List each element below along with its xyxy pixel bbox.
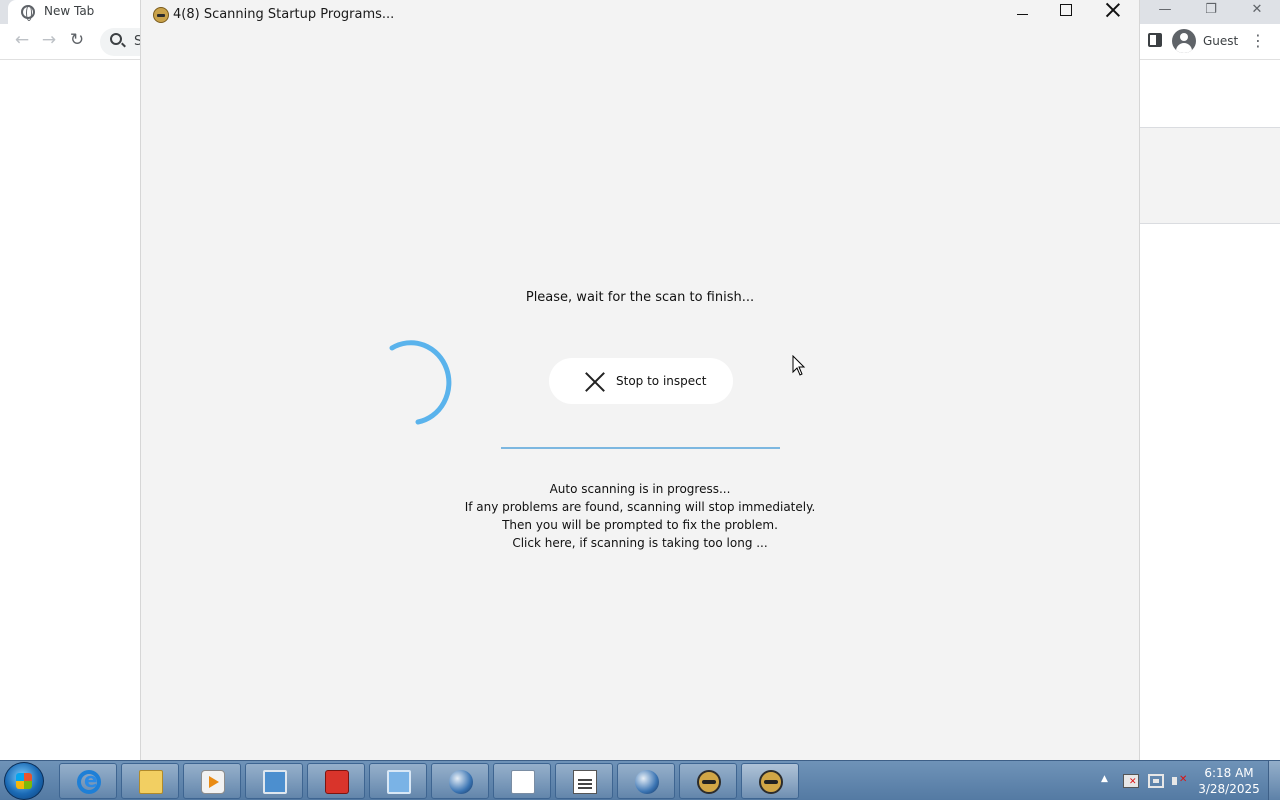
clock-date: 3/28/2025	[1198, 782, 1260, 796]
stop-x-icon	[585, 372, 605, 392]
taskbar-globe-app-2[interactable]	[617, 763, 675, 799]
forward-button[interactable]: →	[38, 30, 60, 50]
maximize-icon	[1060, 4, 1072, 16]
remote-desktop-icon	[387, 770, 411, 794]
show-desktop-button[interactable]	[1268, 761, 1280, 800]
browser-restore-button[interactable]: ❐	[1196, 2, 1226, 17]
tab-title: New Tab	[44, 4, 95, 18]
stop-to-inspect-button[interactable]: Stop to inspect	[549, 358, 733, 404]
stop-button-label: Stop to inspect	[616, 374, 707, 388]
media-player-icon	[201, 770, 225, 794]
taskbar-globe-app[interactable]	[431, 763, 489, 799]
toolbox-icon	[325, 770, 349, 794]
back-button[interactable]: ←	[11, 30, 33, 50]
scanner-app-icon	[697, 770, 721, 794]
info-line: Auto scanning is in progress...	[549, 482, 731, 496]
search-icon	[110, 33, 122, 45]
taskbar-toolbox-app[interactable]	[307, 763, 365, 799]
network-icon[interactable]	[1148, 774, 1164, 788]
action-center-flag-icon[interactable]	[1123, 774, 1139, 788]
browser-close-button[interactable]: ✕	[1242, 2, 1272, 17]
scan-info: Auto scanning is in progress... If any p…	[141, 480, 1139, 552]
internet-explorer-icon	[77, 768, 101, 794]
dialog-maximize-button[interactable]	[1045, 0, 1089, 28]
info-line: Then you will be prompted to fix the pro…	[502, 518, 778, 532]
spinner-arc	[389, 340, 452, 425]
taskbar-text-editor[interactable]	[555, 763, 613, 799]
globe-icon	[635, 770, 659, 794]
loading-spinner-icon	[389, 340, 452, 425]
profile-avatar-icon[interactable]	[1172, 29, 1196, 53]
profile-label[interactable]: Guest	[1203, 34, 1238, 48]
info-line: If any problems are found, scanning will…	[464, 500, 816, 514]
scanner-app-active-icon	[759, 770, 783, 794]
taskbar-remote-desktop[interactable]	[369, 763, 427, 799]
tab-new-tab[interactable]: New Tab	[8, 0, 158, 24]
minimize-icon	[1017, 14, 1028, 15]
taskbar-scanner-app-active[interactable]	[741, 763, 799, 799]
taskbar: ▲ 6:18 AM 3/28/2025	[0, 760, 1280, 800]
browser-minimize-button[interactable]: —	[1150, 2, 1180, 17]
click-here-link[interactable]: Click here, if scanning is taking too lo…	[141, 534, 1139, 552]
taskbar-monitor-app[interactable]	[245, 763, 303, 799]
browser-menu-icon[interactable]: ⋮	[1250, 31, 1266, 50]
mouse-pointer-icon	[792, 355, 806, 376]
scanner-app-icon	[153, 7, 169, 23]
clock-time: 6:18 AM	[1204, 766, 1254, 780]
file-explorer-icon	[139, 770, 163, 794]
wait-message: Please, wait for the scan to finish...	[525, 290, 755, 305]
taskbar-internet-explorer[interactable]	[59, 763, 117, 799]
globe-icon	[449, 770, 473, 794]
document-icon	[511, 770, 535, 794]
system-clock[interactable]: 6:18 AM 3/28/2025	[1190, 765, 1268, 797]
progress-bar	[501, 447, 780, 449]
dialog-minimize-button[interactable]	[1001, 0, 1045, 28]
scan-dialog: 4(8) Scanning Startup Programs... Please…	[140, 0, 1140, 760]
globe-icon	[21, 5, 35, 21]
content-panel	[1140, 128, 1280, 224]
taskbar-scanner-app[interactable]	[679, 763, 737, 799]
text-editor-icon	[573, 770, 597, 794]
taskbar-file-explorer[interactable]	[121, 763, 179, 799]
side-panel-icon[interactable]	[1148, 33, 1162, 47]
reload-button[interactable]: ↻	[66, 30, 88, 50]
taskbar-media-player[interactable]	[183, 763, 241, 799]
close-icon	[1105, 2, 1121, 18]
monitor-icon	[263, 770, 287, 794]
taskbar-document-app[interactable]	[493, 763, 551, 799]
start-button[interactable]	[4, 762, 44, 800]
show-hidden-icons-button[interactable]: ▲	[1101, 774, 1108, 784]
volume-muted-icon[interactable]	[1172, 774, 1188, 788]
dialog-close-button[interactable]	[1091, 0, 1135, 28]
dialog-title: 4(8) Scanning Startup Programs...	[173, 7, 395, 22]
dialog-titlebar: 4(8) Scanning Startup Programs...	[141, 0, 1139, 30]
